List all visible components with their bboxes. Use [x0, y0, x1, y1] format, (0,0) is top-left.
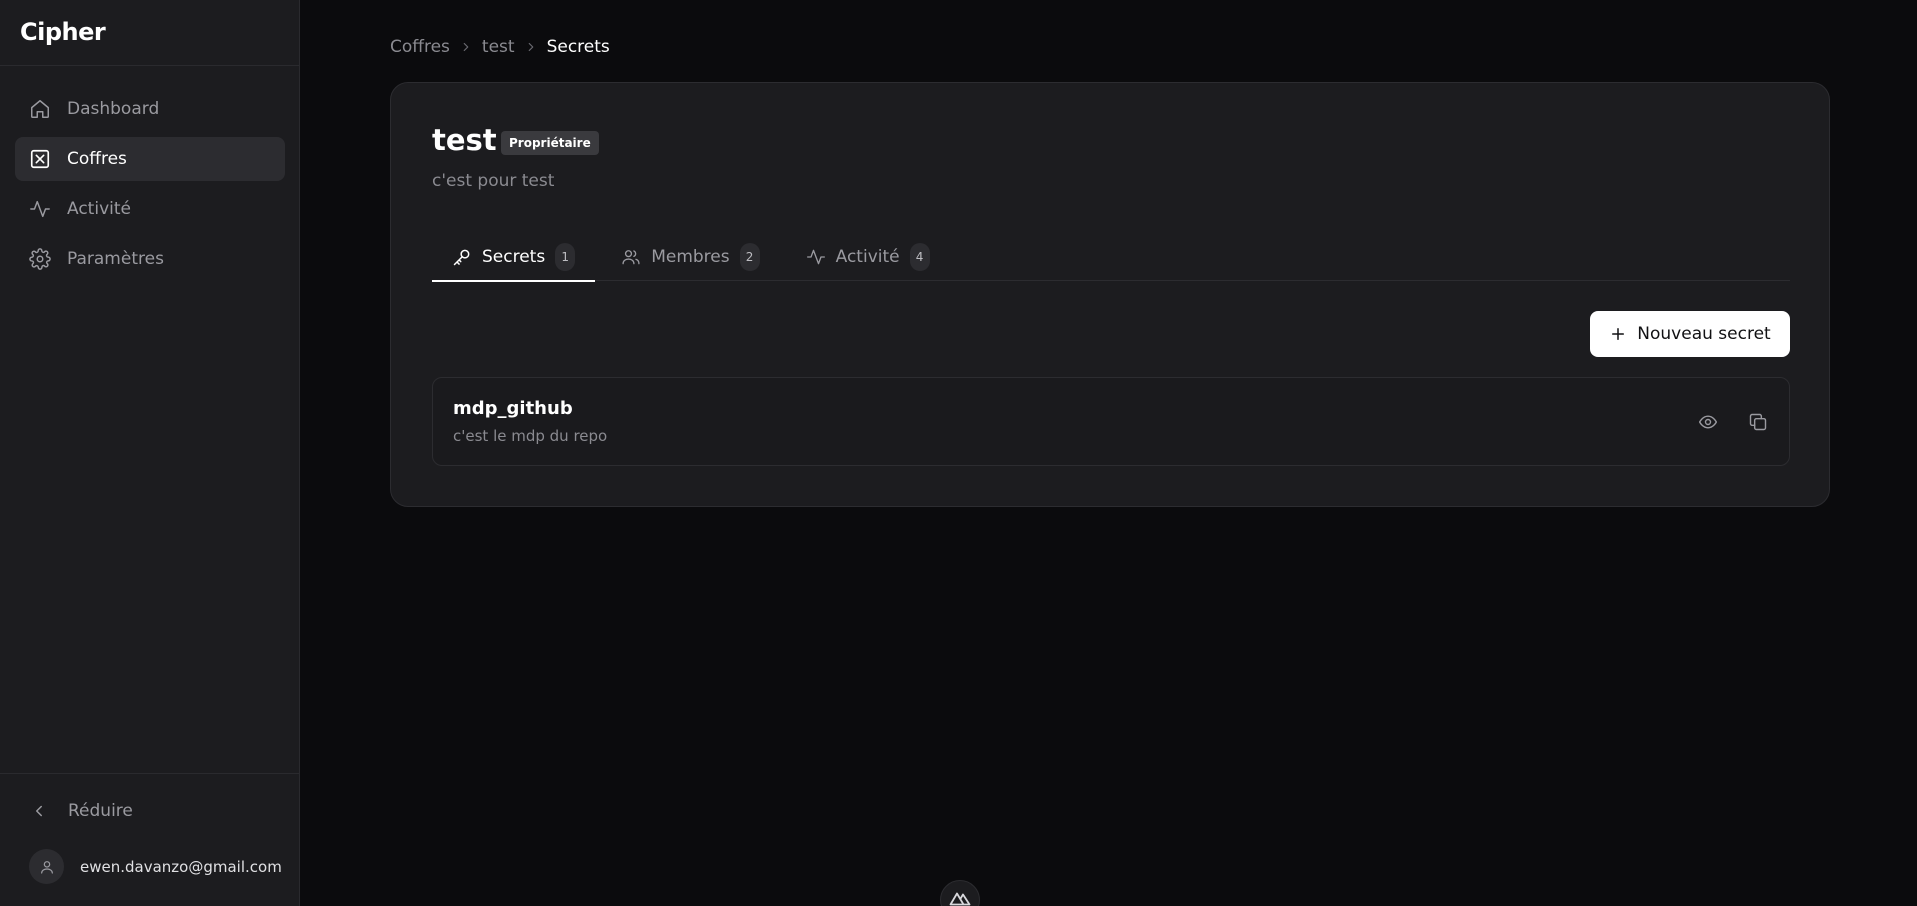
key-icon	[453, 249, 470, 266]
tab-count-badge: 1	[555, 243, 576, 271]
secret-description: c'est le mdp du repo	[453, 427, 608, 445]
breadcrumb-item-current: Secrets	[546, 37, 610, 57]
sidebar-item-label: Coffres	[67, 149, 127, 169]
collapse-label: Réduire	[68, 801, 133, 821]
tab-membres[interactable]: Membres 2	[601, 233, 779, 281]
eye-icon	[1698, 415, 1718, 429]
collapse-sidebar-button[interactable]: Réduire	[30, 798, 133, 824]
plus-icon	[1612, 328, 1625, 340]
sidebar-divider	[0, 773, 299, 774]
user-email: ewen.davanzo@gmail.com	[80, 857, 282, 876]
sidebar-item-label: Dashboard	[67, 99, 160, 119]
reveal-secret-button[interactable]	[1696, 410, 1720, 434]
tabs: Secrets 1 Membres 2 Activité 4	[432, 233, 1790, 282]
vault-description: c'est pour test	[432, 171, 555, 191]
activity-icon	[29, 198, 51, 220]
sidebar: Cipher Dashboard Coffres Activité Paramè…	[0, 0, 300, 906]
users-icon	[622, 250, 640, 265]
role-badge: Propriétaire	[501, 131, 599, 155]
tab-label: Secrets	[482, 247, 546, 267]
new-secret-label: Nouveau secret	[1637, 324, 1771, 344]
breadcrumb-item-coffres[interactable]: Coffres	[390, 37, 450, 57]
app-logo[interactable]: Cipher	[20, 18, 106, 46]
sidebar-item-activite[interactable]: Activité	[15, 187, 285, 231]
breadcrumb: Coffres test Secrets	[390, 37, 610, 57]
settings-icon	[29, 248, 51, 270]
sidebar-divider	[0, 65, 299, 66]
mountain-logo-icon	[949, 892, 971, 906]
sidebar-item-coffres[interactable]: Coffres	[15, 137, 285, 181]
tab-count-badge: 2	[739, 243, 760, 271]
sidebar-item-label: Activité	[67, 199, 131, 219]
copy-icon	[1749, 413, 1767, 431]
user-icon	[40, 860, 53, 874]
new-secret-button[interactable]: Nouveau secret	[1590, 311, 1790, 357]
page-title: test	[432, 123, 497, 157]
framework-logo[interactable]	[940, 880, 980, 906]
avatar	[29, 849, 64, 884]
sidebar-nav: Dashboard Coffres Activité Paramètres	[15, 87, 285, 287]
breadcrumb-item-vault[interactable]: test	[482, 37, 515, 57]
sidebar-item-dashboard[interactable]: Dashboard	[15, 87, 285, 131]
chevron-right-icon	[528, 42, 533, 52]
vault-card: test Propriétaire c'est pour test Secret…	[390, 82, 1830, 507]
copy-secret-button[interactable]	[1746, 410, 1770, 434]
chevron-right-icon	[463, 42, 469, 52]
tab-label: Membres	[651, 247, 730, 267]
tab-secrets[interactable]: Secrets 1	[432, 233, 596, 282]
user-menu[interactable]: ewen.davanzo@gmail.com	[29, 849, 282, 884]
sidebar-item-label: Paramètres	[67, 249, 164, 269]
sidebar-item-parametres[interactable]: Paramètres	[15, 237, 285, 281]
secret-name: mdp_github	[453, 398, 573, 419]
list-item[interactable]: mdp_github c'est le mdp du repo	[432, 377, 1790, 466]
home-icon	[29, 98, 51, 120]
chevron-left-icon	[36, 805, 42, 817]
tab-count-badge: 4	[909, 243, 930, 271]
activity-icon	[806, 249, 825, 265]
tab-activite[interactable]: Activité 4	[786, 233, 950, 281]
tab-label: Activité	[835, 247, 900, 267]
vault-icon	[29, 148, 51, 170]
